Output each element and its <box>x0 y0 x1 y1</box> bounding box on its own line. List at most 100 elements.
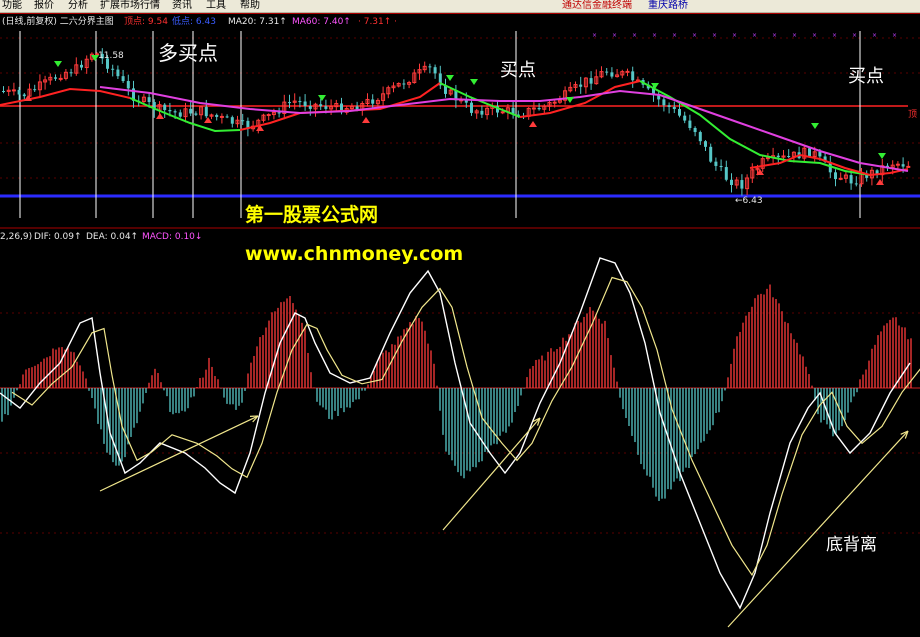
sell-arrow <box>811 123 819 129</box>
candle-body <box>324 106 328 109</box>
macd-trendlines <box>99 415 909 628</box>
watermark-url: www.chnmoney.com <box>245 243 463 265</box>
candle-body <box>22 94 26 97</box>
candle-body <box>116 69 120 77</box>
legend-ma20: MA20: 7.31↑ <box>228 17 287 27</box>
candle-body <box>610 72 614 77</box>
buy-arrow <box>204 117 212 123</box>
candle-body <box>163 104 167 111</box>
annotation-buy-2: 买点 <box>848 66 884 87</box>
candle-body <box>194 113 198 115</box>
candle-body <box>11 89 16 92</box>
candle-body <box>58 77 63 80</box>
price-legend: (日线,前复权) 二六分界主图 顶点: 9.54 低点: 6.43 MA20: … <box>2 15 397 27</box>
candle-body <box>230 117 234 124</box>
candle-body <box>579 84 583 87</box>
candle-body <box>2 91 5 92</box>
candle-body <box>121 76 125 82</box>
signal-mark: × <box>652 32 657 39</box>
signal-mark: × <box>852 32 857 39</box>
candle-body <box>189 108 193 114</box>
macd-lines <box>0 257 920 610</box>
candle-body <box>470 102 473 113</box>
candle-body <box>537 107 541 110</box>
legend-macd: MACD: 0.10↓ <box>142 232 202 242</box>
menu-item-quote[interactable]: 报价 <box>34 0 54 12</box>
sell-arrow <box>566 97 574 103</box>
watermark-title: 第一股票公式网 <box>245 203 378 226</box>
signal-mark: × <box>672 32 677 39</box>
candle-body <box>683 115 687 121</box>
candle-body <box>17 89 21 95</box>
signal-mark: × <box>692 32 697 39</box>
candle-body <box>704 141 707 147</box>
buy-arrow <box>156 113 164 119</box>
candle-body <box>308 106 312 109</box>
candle-body <box>693 127 697 133</box>
top-axis-mark: 顶 <box>908 109 917 120</box>
legend-level: · 7.31↑ · <box>358 17 397 27</box>
candle-body <box>173 111 177 113</box>
candle-body <box>69 72 73 74</box>
sell-arrow <box>54 61 62 67</box>
kline-chart[interactable]: (日线,前复权) 二六分界主图 顶点: 9.54 低点: 6.43 MA20: … <box>0 13 920 637</box>
signal-mark: × <box>872 32 877 39</box>
candle-body <box>126 81 130 89</box>
ma-line-magenta <box>99 86 909 172</box>
price-lines <box>0 80 909 177</box>
candle-body <box>730 179 733 185</box>
legend-dif: DIF: 0.09↑ <box>34 232 82 242</box>
menu-item-analysis[interactable]: 分析 <box>68 0 88 12</box>
candle-body <box>219 115 224 118</box>
candle-body <box>787 156 791 158</box>
candle-body <box>298 101 302 103</box>
divergence-trendline <box>727 430 909 628</box>
legend-top-value: 顶点: 9.54 <box>124 16 168 27</box>
high-price-label: 11.58 <box>98 51 124 61</box>
candle-body <box>168 110 172 112</box>
signal-mark: × <box>892 32 897 39</box>
candle-body <box>698 132 702 142</box>
buy-arrow <box>362 117 370 123</box>
menu-item-news[interactable]: 资讯 <box>172 0 192 12</box>
signal-mark: × <box>732 32 737 39</box>
candle-body <box>808 148 811 157</box>
annotation-buy-1: 买点 <box>500 60 536 81</box>
candle-body <box>625 70 630 73</box>
menu-item-function[interactable]: 功能 <box>2 0 22 12</box>
candle-body <box>719 165 723 168</box>
candle-body <box>428 66 432 68</box>
candle-body <box>288 102 291 104</box>
annotation-bottom-divergence: 底背离 <box>826 535 877 555</box>
candle-body <box>54 77 57 79</box>
candle-body <box>178 112 182 117</box>
candle-body <box>277 112 281 114</box>
annotation-multi-buy: 多买点 <box>158 41 218 65</box>
candle-body <box>433 67 437 74</box>
menu-item-extended-market[interactable]: 扩展市场行情 <box>100 0 160 12</box>
candle-body <box>818 151 822 157</box>
signal-mark: × <box>632 32 637 39</box>
candle-body <box>672 106 676 110</box>
candle-body <box>740 180 744 189</box>
sell-arrow <box>470 79 478 85</box>
candle-body <box>678 109 681 116</box>
menu-item-help[interactable]: 帮助 <box>240 0 260 12</box>
candle-body <box>500 111 505 114</box>
sell-arrow <box>318 95 326 101</box>
candle-body <box>662 99 666 106</box>
sell-arrow <box>878 153 886 159</box>
candle-body <box>709 146 713 162</box>
sell-arrow <box>446 75 454 81</box>
signal-mark: × <box>812 32 817 39</box>
low-price-label: ←6.43 <box>735 196 763 206</box>
price-grid <box>0 31 920 218</box>
menu-item-tools[interactable]: 工具 <box>206 0 226 12</box>
price-panel-title: (日线,前复权) 二六分界主图 <box>2 15 114 27</box>
candle-body <box>901 164 905 167</box>
menu-bar: 功能 报价 分析 扩展市场行情 资讯 工具 帮助 通达信金融终端 重庆路桥 <box>0 0 920 13</box>
signal-mark: × <box>772 32 777 39</box>
candle-body <box>215 114 219 117</box>
legend-ma60: MA60: 7.40↑ <box>292 17 351 27</box>
stock-name: 重庆路桥 <box>648 0 688 11</box>
